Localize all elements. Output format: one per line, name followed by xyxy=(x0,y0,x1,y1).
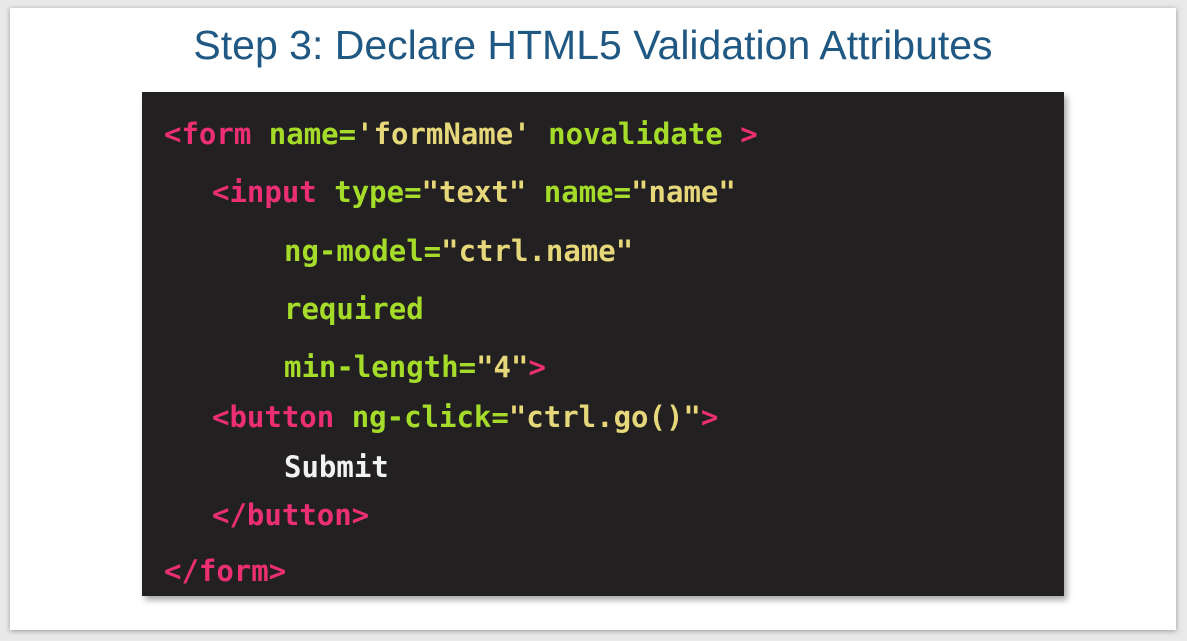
code-token-attr: required xyxy=(284,292,424,326)
code-line: <button ng-click="ctrl.go()"> xyxy=(212,397,718,437)
code-panel: <form name='formName' novalidate > <input… xyxy=(142,92,1064,596)
code-line: ng-model="ctrl.name" xyxy=(284,231,633,271)
code-token-plain: Submit xyxy=(284,450,389,484)
code-token-str: 'formName' xyxy=(356,117,531,151)
code-token-attr: min-length= xyxy=(284,350,477,384)
code-token-tag: </button> xyxy=(212,498,370,532)
code-token-tag: > xyxy=(740,117,758,151)
code-token-tag: > xyxy=(528,350,546,384)
code-token-str: "text" xyxy=(421,175,527,209)
code-token-attr: ng-model= xyxy=(284,234,442,268)
code-token-str: "ctrl.name" xyxy=(441,234,634,268)
code-line: </form> xyxy=(164,551,286,591)
code-line: Submit xyxy=(284,447,389,487)
code-token-attr: novalidate xyxy=(548,117,723,151)
code-line: <form name='formName' novalidate > xyxy=(164,114,758,154)
code-token-attr: name= xyxy=(543,175,632,209)
slide: Step 3: Declare HTML5 Validation Attribu… xyxy=(10,8,1176,630)
slide-title: Step 3: Declare HTML5 Validation Attribu… xyxy=(193,22,993,68)
code-token-str: "name" xyxy=(631,175,736,209)
code-line: <input type="text" name="name" xyxy=(212,172,736,212)
code-token-str: "ctrl.go()" xyxy=(508,400,701,434)
code-line: required xyxy=(284,289,424,329)
code-token-attr: type= xyxy=(334,175,422,209)
code-line: </button> xyxy=(212,495,369,535)
code-line: min-length="4"> xyxy=(284,347,546,387)
code-token-tag: > xyxy=(700,400,719,434)
code-token-attr: name= xyxy=(268,117,357,151)
code-token-attr: ng-click= xyxy=(351,400,509,434)
code-token-tag: <form xyxy=(164,117,252,151)
code-token-str: "4" xyxy=(476,350,529,384)
code-token-tag: <input xyxy=(212,175,317,209)
code-token-tag: <button xyxy=(212,400,335,434)
code-token-tag: </form> xyxy=(164,554,287,588)
